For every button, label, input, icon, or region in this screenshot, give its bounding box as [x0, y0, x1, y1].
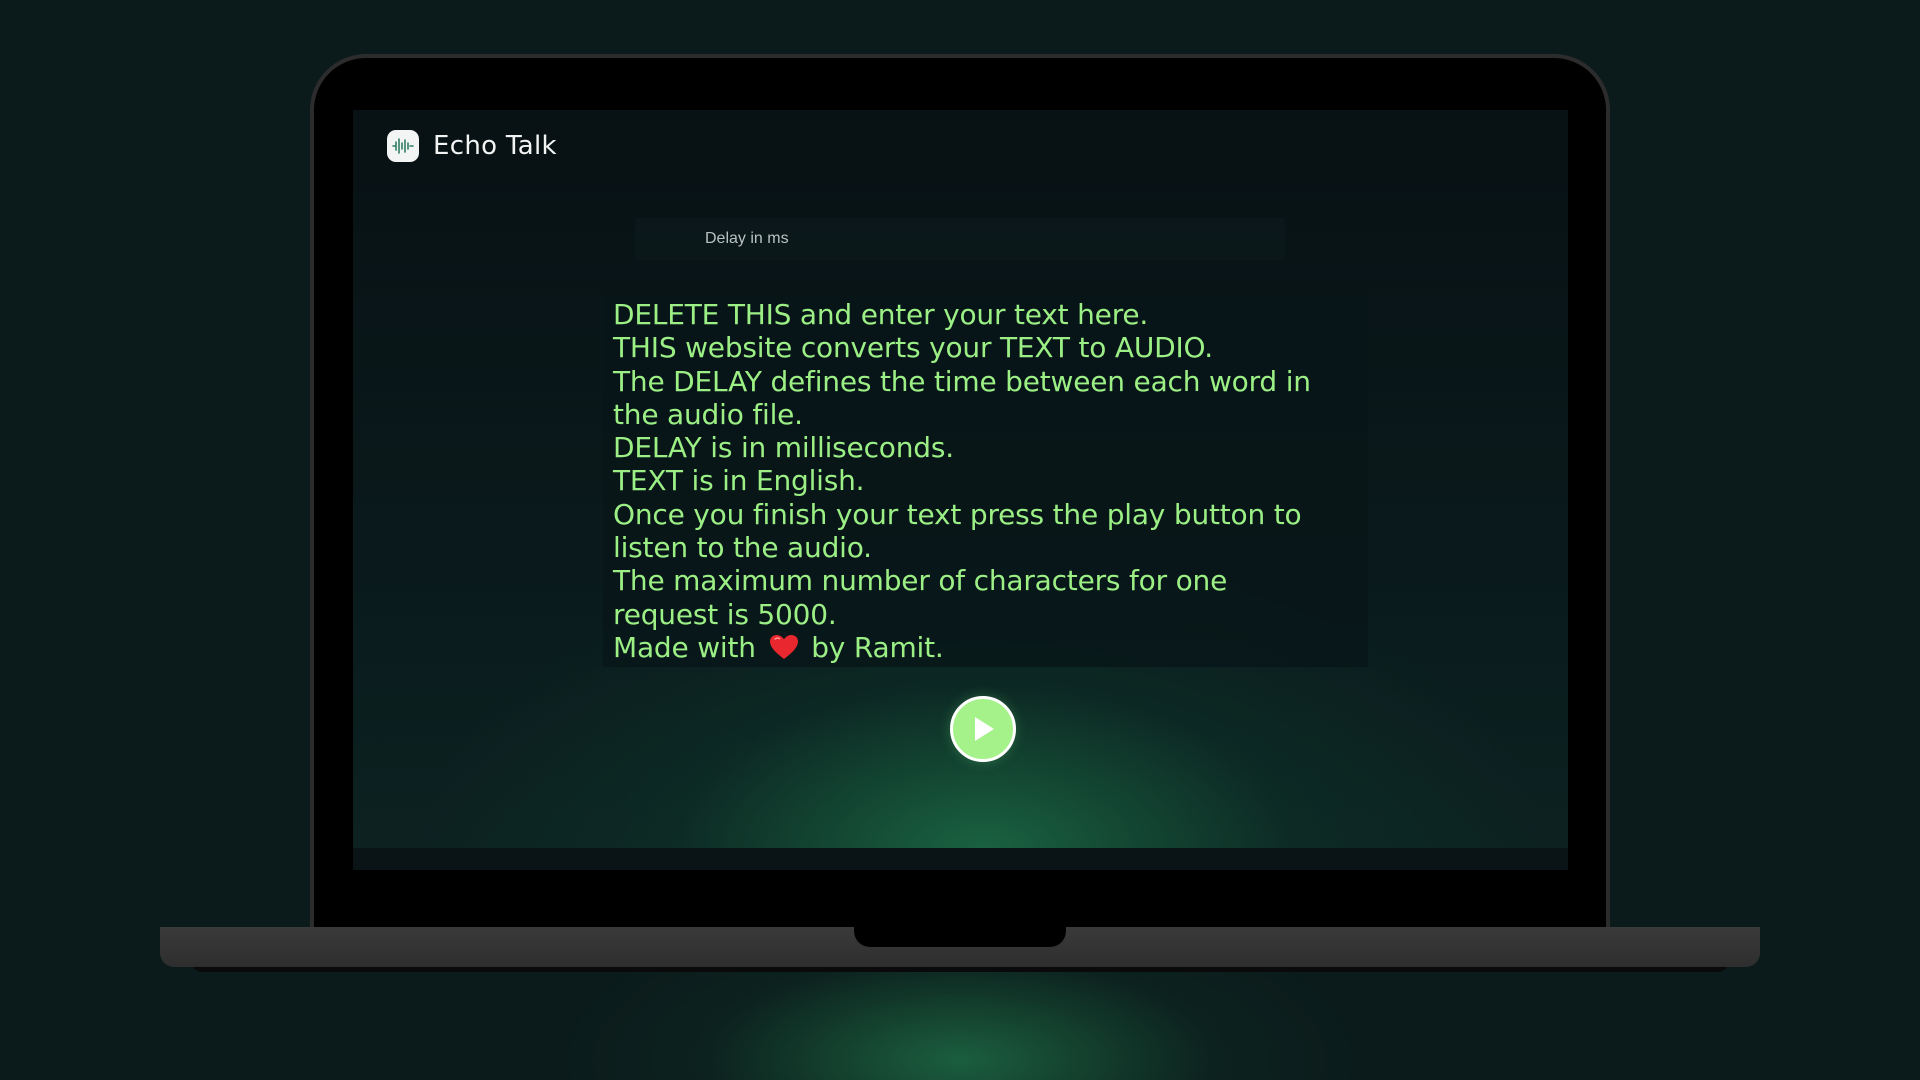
text-line: DELETE THIS and enter your text here.	[613, 298, 1149, 331]
play-button[interactable]	[950, 696, 1016, 762]
text-line: request is 5000.	[613, 597, 837, 631]
text-line: the audio file.	[613, 397, 803, 431]
brand[interactable]: Echo Talk	[387, 130, 557, 162]
text-input-area[interactable]: DELETE THIS and enter your text here. TH…	[603, 292, 1368, 667]
text-line: THIS website converts your TEXT to AUDIO…	[613, 331, 1213, 365]
play-icon	[975, 717, 994, 741]
app-title: Echo Talk	[433, 131, 557, 161]
app-screen: Echo Talk DELETE THIS and enter your tex…	[353, 110, 1568, 870]
text-line: The DELAY defines the time between each …	[613, 364, 1311, 398]
screen-bottom-strip	[353, 848, 1568, 870]
heart-icon	[769, 634, 799, 667]
text-line: TEXT is in English.	[613, 464, 865, 498]
waveform-icon	[387, 130, 419, 162]
text-line: Once you finish your text press the play…	[613, 497, 1302, 531]
laptop-notch	[854, 927, 1066, 947]
delay-field[interactable]	[635, 218, 1285, 260]
text-line: DELAY is in milliseconds.	[613, 431, 954, 465]
credits-suffix: by Ramit.	[811, 630, 944, 664]
credits-prefix: Made with	[613, 630, 756, 664]
text-line-credits: Made with by Ramit.	[613, 631, 1368, 667]
text-line: The maximum number of characters for one	[613, 564, 1228, 598]
text-line: listen to the audio.	[613, 531, 872, 565]
delay-input[interactable]	[703, 229, 1285, 249]
